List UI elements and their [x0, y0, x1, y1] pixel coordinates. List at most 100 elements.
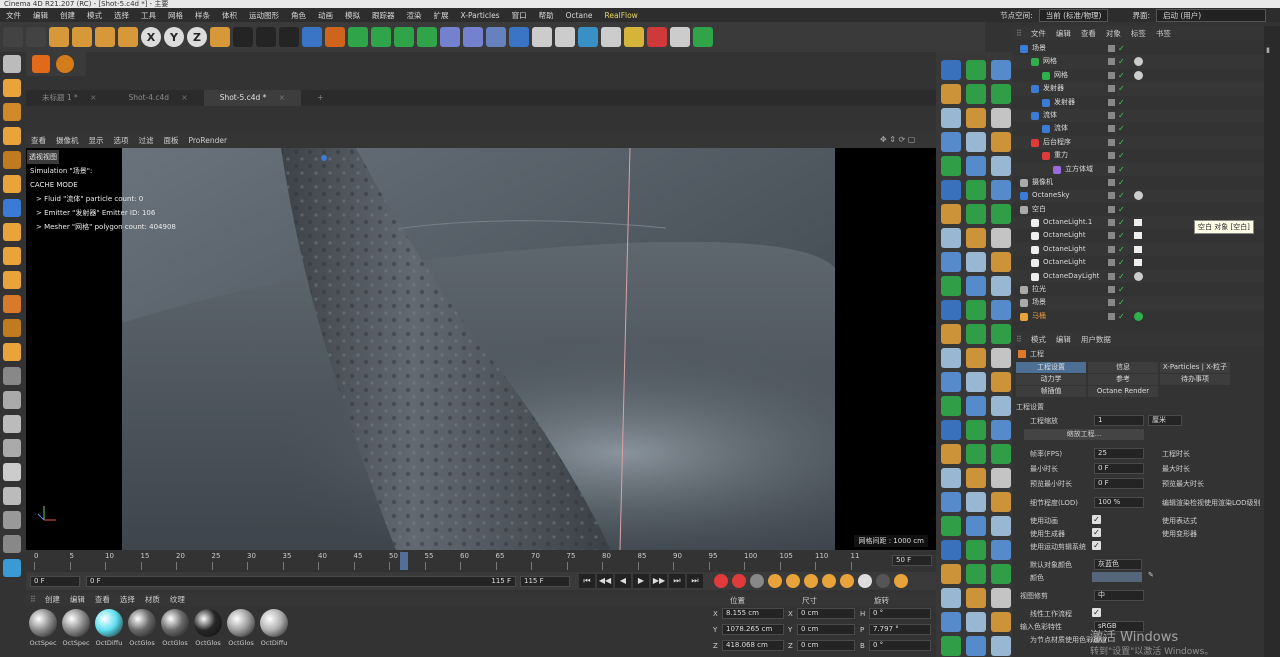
object-menu-item[interactable]: 查看	[1076, 28, 1101, 39]
prev-key-icon[interactable]: ◀◀	[597, 574, 613, 588]
left-tool-icon[interactable]	[3, 199, 21, 217]
left-tool-icon[interactable]	[3, 391, 21, 409]
attr-tab[interactable]: Octane Render	[1088, 386, 1158, 397]
use-gen-checkbox[interactable]: ✓	[1092, 528, 1101, 537]
visibility-toggle[interactable]	[1108, 71, 1115, 79]
plugin-tool-icon[interactable]	[991, 396, 1011, 416]
document-tab[interactable]: Shot-5.c4d * ×	[203, 90, 302, 106]
object-menu-item[interactable]: 书签	[1151, 28, 1176, 39]
plugin-tool-icon[interactable]	[966, 108, 986, 128]
tag-icon[interactable]	[1134, 191, 1143, 201]
check-icon[interactable]: ✓	[1118, 122, 1125, 135]
camera-icon[interactable]	[486, 27, 506, 47]
visibility-toggle[interactable]	[1108, 245, 1115, 253]
default-color-select[interactable]: 灰蓝色	[1094, 559, 1142, 570]
material-thumb[interactable]: OctSpec	[60, 609, 92, 647]
use-mograph-checkbox[interactable]: ✓	[1092, 541, 1101, 550]
object-row[interactable]: OctaneLight ✓	[1012, 242, 1264, 257]
viewport-menu-item[interactable]: 过滤	[134, 135, 159, 146]
visibility-toggle[interactable]	[1108, 178, 1115, 186]
left-tool-icon[interactable]	[3, 511, 21, 529]
viewport-menu-item[interactable]: 面板	[159, 135, 184, 146]
close-icon[interactable]: ×	[88, 93, 96, 102]
size-field[interactable]: 0 cm	[797, 608, 855, 619]
visibility-toggle[interactable]	[1108, 299, 1115, 307]
plugin-tool-icon[interactable]	[991, 588, 1011, 608]
plugin-tool-icon[interactable]	[991, 492, 1011, 512]
play-icon[interactable]: ▶	[633, 574, 649, 588]
menu-item[interactable]: 选择	[108, 10, 135, 21]
viewport-menu-item[interactable]: ProRender	[184, 136, 233, 145]
right-side-tabs[interactable]: ▮	[1264, 26, 1280, 657]
menu-item[interactable]: 创建	[54, 10, 81, 21]
left-tool-icon[interactable]	[3, 271, 21, 289]
plugin-tool-icon[interactable]	[991, 60, 1011, 80]
plugin-tool-icon[interactable]	[991, 180, 1011, 200]
plugin-tool-icon[interactable]	[966, 636, 986, 656]
material-menu-item[interactable]: 创建	[40, 594, 65, 605]
left-tool-icon[interactable]	[3, 247, 21, 265]
object-menu-item[interactable]: 标签	[1126, 28, 1151, 39]
xp-icon[interactable]	[624, 27, 644, 47]
go-start-icon[interactable]: ⏮	[579, 574, 595, 588]
plugin-tool-icon[interactable]	[966, 468, 986, 488]
material-thumb[interactable]: OctGlos	[192, 609, 224, 647]
attr-tab[interactable]: 工程设置	[1016, 362, 1086, 373]
bend-icon[interactable]	[417, 27, 437, 47]
plugin-tool-icon[interactable]	[966, 204, 986, 224]
plugin-tool-icon[interactable]	[941, 396, 961, 416]
key-tool-icon[interactable]	[840, 574, 854, 588]
plugin-tool-icon[interactable]	[941, 60, 961, 80]
check-icon[interactable]: ✓	[1118, 42, 1125, 55]
check-icon[interactable]: ✓	[1118, 216, 1125, 229]
plugin-tool-icon[interactable]	[941, 300, 961, 320]
key-tool-icon[interactable]	[732, 574, 746, 588]
scale-project-button[interactable]: 缩放工程...	[1024, 429, 1144, 440]
check-icon[interactable]: ✓	[1118, 256, 1125, 269]
visibility-toggle[interactable]	[1108, 85, 1115, 93]
playhead[interactable]	[400, 552, 409, 570]
plugin-tool-icon[interactable]	[941, 348, 961, 368]
attr-tab[interactable]: 参考	[1088, 374, 1158, 385]
object-row[interactable]: 场景 ✓	[1012, 42, 1264, 56]
key-tool-icon[interactable]	[768, 574, 782, 588]
plugin-tool-icon[interactable]	[941, 636, 961, 656]
menu-item[interactable]: 运动图形	[243, 10, 285, 21]
menu-item[interactable]: 样条	[189, 10, 216, 21]
menu-item[interactable]: 扩展	[428, 10, 455, 21]
coord-system-icon[interactable]	[210, 27, 230, 47]
object-row[interactable]: OctaneSky ✓	[1012, 189, 1264, 203]
key-tool-icon[interactable]	[822, 574, 836, 588]
check-icon[interactable]: ✓	[1118, 229, 1125, 242]
check-icon[interactable]: ✓	[1118, 109, 1125, 122]
menu-item[interactable]: 模拟	[339, 10, 366, 21]
check-icon[interactable]: ✓	[1118, 136, 1125, 149]
rotate-icon[interactable]	[118, 27, 138, 47]
left-tool-icon[interactable]	[3, 295, 21, 313]
eyedropper-icon[interactable]: ✎	[1148, 571, 1154, 579]
light-icon[interactable]	[509, 27, 529, 47]
render-view-icon[interactable]	[233, 27, 253, 47]
plugin-tool-icon[interactable]	[941, 276, 961, 296]
key-tool-icon[interactable]	[858, 574, 872, 588]
lod-field[interactable]: 100 %	[1094, 497, 1144, 508]
menu-item[interactable]: Octane	[560, 11, 599, 20]
menu-item[interactable]: 帮助	[533, 10, 560, 21]
plugin-tool-icon[interactable]	[991, 276, 1011, 296]
material-menu-item[interactable]: 查看	[90, 594, 115, 605]
check-icon[interactable]: ✓	[1118, 296, 1125, 309]
next-key-icon[interactable]: ⏭	[669, 574, 685, 588]
viewport-menu-item[interactable]: 选项	[109, 135, 134, 146]
plugin-tool-icon[interactable]	[941, 180, 961, 200]
menu-item[interactable]: 工具	[135, 10, 162, 21]
material-thumb[interactable]: OctDiffu	[93, 609, 125, 647]
current-frame-field[interactable]: 50 F	[892, 555, 932, 566]
attr-menu-item[interactable]: 用户数据	[1076, 334, 1116, 345]
object-menu-item[interactable]: 文件	[1026, 28, 1051, 39]
menu-item[interactable]: 模式	[81, 10, 108, 21]
plugin-tool-icon[interactable]	[941, 156, 961, 176]
visibility-toggle[interactable]	[1108, 232, 1115, 240]
octane-icon[interactable]	[56, 55, 74, 73]
plugin-tool-icon[interactable]	[941, 84, 961, 104]
render-settings-icon[interactable]	[32, 55, 50, 73]
